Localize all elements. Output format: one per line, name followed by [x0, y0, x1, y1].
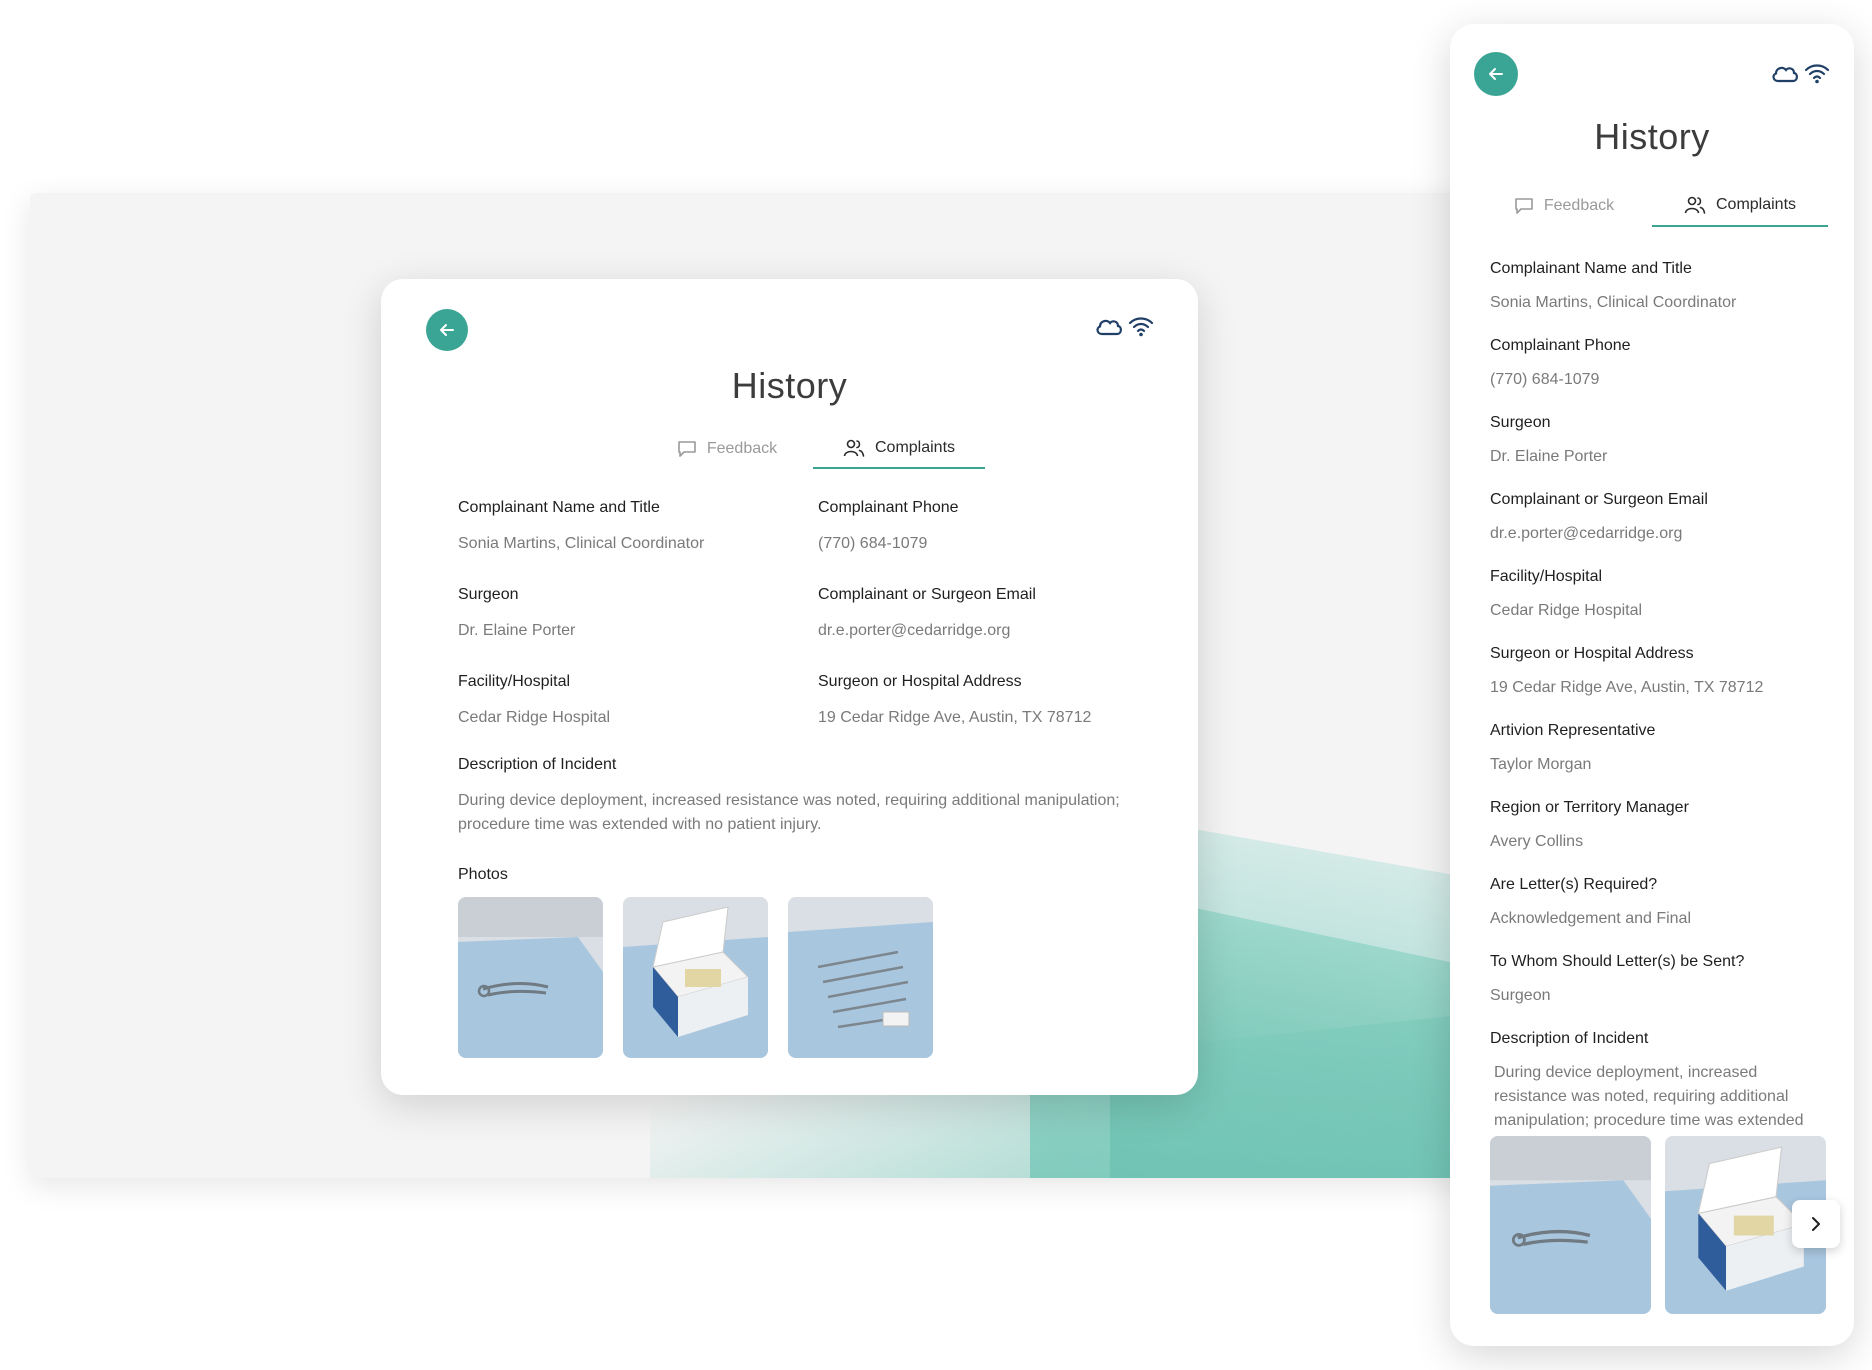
- field-value: Acknowledgement and Final: [1490, 910, 1692, 927]
- arrow-left-icon: [1489, 68, 1503, 80]
- field-address: Surgeon or Hospital Address 19 Cedar Rid…: [818, 673, 1148, 730]
- field-label: Surgeon or Hospital Address: [1490, 645, 1694, 662]
- photos-label: Photos: [458, 866, 508, 883]
- field-label: Complainant Name and Title: [1490, 260, 1692, 277]
- back-button[interactable]: [426, 309, 468, 351]
- field-label: Surgeon: [1490, 414, 1551, 431]
- chat-bubble-icon: [1515, 197, 1533, 214]
- surgical-instruments-photo: [788, 897, 933, 1058]
- tablet-history-card: History Feedback Complaints Complainant …: [381, 279, 1198, 1095]
- complaint-details: Complainant Name and Title Sonia Martins…: [458, 499, 1148, 730]
- field-surgeon: Surgeon Dr. Elaine Porter: [458, 586, 818, 643]
- users-icon: [1684, 196, 1706, 214]
- field-territory-manager: Region or Territory Manager Avery Collin…: [1490, 799, 1830, 854]
- field-value: Sonia Martins, Clinical Coordinator: [458, 535, 705, 552]
- wifi-icon: [1128, 317, 1154, 337]
- field-complainant-phone: Complainant Phone (770) 684-1079: [818, 499, 1148, 556]
- field-value: Cedar Ridge Hospital: [458, 709, 611, 726]
- field-label: Complainant or Surgeon Email: [818, 586, 1036, 603]
- tab-feedback[interactable]: Feedback: [1476, 184, 1652, 227]
- device-box-photo: [623, 897, 768, 1058]
- field-complainant-name: Complainant Name and Title Sonia Martins…: [1490, 260, 1830, 315]
- field-label: Description of Incident: [1490, 1030, 1649, 1047]
- field-value: (770) 684-1079: [1490, 371, 1600, 388]
- page-title: History: [731, 365, 848, 406]
- field-label: Complainant Phone: [818, 499, 959, 516]
- tab-bar: Feedback Complaints: [641, 429, 985, 469]
- field-value: (770) 684-1079: [818, 535, 928, 552]
- field-value: 19 Cedar Ridge Ave, Austin, TX 78712: [818, 709, 1092, 726]
- field-label: Complainant or Surgeon Email: [1490, 491, 1708, 508]
- phone-history-panel: History Feedback Complaints Complainant …: [1450, 24, 1854, 1346]
- tab-complaints[interactable]: Complaints: [1652, 184, 1828, 227]
- field-complainant-name: Complainant Name and Title Sonia Martins…: [458, 499, 818, 556]
- field-value: Taylor Morgan: [1490, 756, 1592, 773]
- field-facility: Facility/Hospital Cedar Ridge Hospital: [1490, 568, 1830, 623]
- users-icon: [843, 439, 865, 457]
- field-letter-recipient: To Whom Should Letter(s) be Sent? Surgeo…: [1490, 953, 1830, 1008]
- photo-thumbnail[interactable]: [458, 897, 603, 1058]
- field-label: Are Letter(s) Required?: [1490, 876, 1658, 893]
- field-label: To Whom Should Letter(s) be Sent?: [1490, 953, 1745, 970]
- cloud-icon: [1772, 66, 1798, 83]
- field-value: dr.e.porter@cedarridge.org: [818, 622, 1011, 639]
- field-value: 19 Cedar Ridge Ave, Austin, TX 78712: [1490, 679, 1764, 696]
- arrow-left-icon: [440, 324, 454, 336]
- photo-thumbnail[interactable]: [623, 897, 768, 1058]
- field-value: Cedar Ridge Hospital: [1490, 602, 1643, 619]
- complaint-details: Complainant Name and Title Sonia Martins…: [1490, 260, 1830, 1197]
- field-representative: Artivion Representative Taylor Morgan: [1490, 722, 1830, 777]
- photo-gallery: [1490, 1136, 1826, 1314]
- field-complainant-phone: Complainant Phone (770) 684-1079: [1490, 337, 1830, 392]
- cloud-icon: [1096, 319, 1122, 336]
- tab-bar: Feedback Complaints: [1476, 184, 1828, 227]
- field-value: During device deployment, increased resi…: [458, 792, 1120, 833]
- tab-label: Feedback: [706, 440, 778, 457]
- field-label: Artivion Representative: [1490, 722, 1656, 739]
- surgical-clamp-photo: [458, 897, 603, 1058]
- field-label: Complainant Name and Title: [458, 499, 660, 516]
- status-icons: [1770, 62, 1830, 84]
- tab-feedback[interactable]: Feedback: [641, 429, 813, 469]
- field-description: Description of Incident During device de…: [458, 756, 1138, 837]
- field-letters-required: Are Letter(s) Required? Acknowledgement …: [1490, 876, 1830, 931]
- field-label: Facility/Hospital: [458, 673, 571, 690]
- tab-label: Complaints: [874, 439, 956, 456]
- photo-thumbnail[interactable]: [1490, 1136, 1651, 1314]
- field-facility: Facility/Hospital Cedar Ridge Hospital: [458, 673, 818, 730]
- field-email: Complainant or Surgeon Email dr.e.porter…: [1490, 491, 1830, 546]
- field-email: Complainant or Surgeon Email dr.e.porter…: [818, 586, 1148, 643]
- field-address: Surgeon or Hospital Address 19 Cedar Rid…: [1490, 645, 1830, 700]
- wifi-icon: [1804, 64, 1830, 84]
- field-label: Complainant Phone: [1490, 337, 1631, 354]
- chat-bubble-icon: [678, 441, 696, 457]
- field-value: Dr. Elaine Porter: [1490, 448, 1608, 465]
- next-photo-button[interactable]: [1792, 1200, 1840, 1248]
- tab-label: Complaints: [1715, 195, 1797, 213]
- field-value: Surgeon: [1490, 987, 1551, 1004]
- tab-label: Feedback: [1543, 196, 1615, 214]
- field-value: Sonia Martins, Clinical Coordinator: [1490, 294, 1737, 311]
- photo-thumbnail[interactable]: [788, 897, 933, 1058]
- photo-gallery: [458, 897, 933, 1058]
- field-value: Avery Collins: [1490, 833, 1584, 850]
- field-surgeon: Surgeon Dr. Elaine Porter: [1490, 414, 1830, 469]
- tab-complaints[interactable]: Complaints: [813, 429, 985, 469]
- field-label: Description of Incident: [458, 756, 617, 773]
- surgical-clamp-photo: [1490, 1136, 1651, 1314]
- status-icons: [1094, 315, 1154, 337]
- field-label: Surgeon or Hospital Address: [818, 673, 1022, 690]
- field-value: Dr. Elaine Porter: [458, 622, 576, 639]
- field-label: Facility/Hospital: [1490, 568, 1603, 585]
- field-value: dr.e.porter@cedarridge.org: [1490, 525, 1683, 542]
- page-title: History: [1594, 116, 1710, 157]
- field-label: Surgeon: [458, 586, 519, 603]
- back-button[interactable]: [1474, 52, 1518, 96]
- field-label: Region or Territory Manager: [1490, 799, 1689, 816]
- chevron-right-icon: [1812, 1217, 1820, 1231]
